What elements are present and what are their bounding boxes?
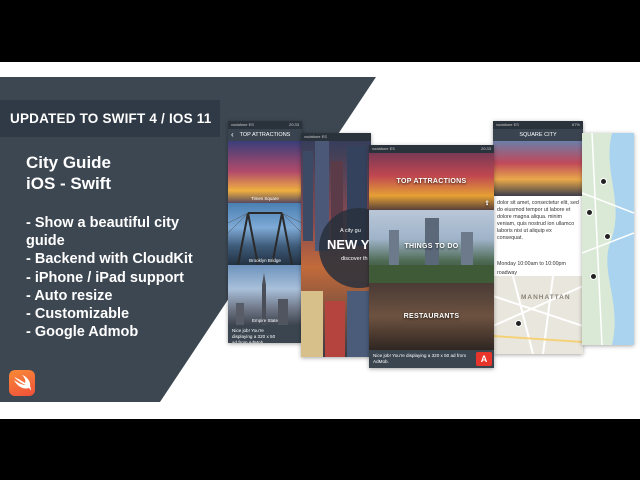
- map-pin-icon[interactable]: [604, 233, 611, 240]
- app-title-line2: iOS - Swift: [26, 174, 111, 193]
- map-label: MANHATTAN: [521, 294, 571, 301]
- ad-banner[interactable]: Nice job! You're displaying a 320 x 50 a…: [369, 350, 494, 368]
- status-bar: vodafone ES 20:33: [228, 121, 302, 129]
- section-title: THINGS TO DO: [404, 243, 459, 250]
- share-icon[interactable]: ⇪: [485, 200, 490, 207]
- promo-canvas: UPDATED TO SWIFT 4 / IOS 11 City Guide i…: [0, 0, 640, 480]
- list-item[interactable]: Empire State: [228, 265, 302, 325]
- phone-detail-screen: vodafone ES 67% SQUARE CITY dolor sit am…: [493, 121, 583, 354]
- top-letterbox: [0, 0, 640, 62]
- map-pin-icon[interactable]: [600, 178, 607, 185]
- discover-text: discover th: [341, 256, 368, 262]
- section-card[interactable]: THINGS TO DO: [369, 210, 494, 283]
- city-intro-text: A city gu: [340, 228, 361, 234]
- nav-title: SQUARE CITY: [519, 132, 557, 138]
- list-item-label: Brooklyn Bridge: [249, 258, 281, 263]
- status-time: 20:33: [288, 122, 299, 127]
- list-item-label: Empire State: [251, 318, 278, 323]
- feature-item: - Show a beautiful city guide: [26, 215, 180, 250]
- feature-item: - Backend with CloudKit: [26, 251, 193, 268]
- status-carrier: vodafone ES: [304, 134, 327, 139]
- detail-hours: Monday 10:00am to 10:00pm: [497, 261, 566, 267]
- ad-app-icon[interactable]: A: [476, 352, 492, 366]
- status-bar: vodafone ES 20:33: [369, 145, 494, 153]
- map-pin-icon[interactable]: [586, 209, 593, 216]
- feature-item: - iPhone / iPad support: [26, 269, 184, 286]
- nav-bar: SQUARE CITY: [493, 129, 583, 141]
- back-chevron-icon[interactable]: ‹: [231, 129, 234, 141]
- bridge-illustration: [228, 212, 302, 265]
- detail-address: roadway: [497, 270, 518, 276]
- nav-bar: ‹ TOP ATTRACTIONS: [228, 129, 302, 141]
- city-name: NEW Y: [327, 237, 370, 252]
- status-bar: vodafone ES 67%: [493, 121, 583, 129]
- phone-sections-screen: vodafone ES 20:33 TOP ATTRACTIONS ⇪ THIN…: [369, 145, 494, 368]
- feature-item: - Customizable: [26, 306, 130, 323]
- status-time: 20:33: [480, 146, 491, 151]
- status-bar: vodafone ES: [301, 133, 371, 141]
- map-pin-icon[interactable]: [590, 273, 597, 280]
- phone-map-screen[interactable]: [582, 133, 634, 345]
- swift-logo-icon: [9, 370, 35, 396]
- list-item[interactable]: Brooklyn Bridge: [228, 203, 302, 265]
- section-title: RESTAURANTS: [403, 313, 460, 320]
- phone-home-screen: vodafone ES A city gu NEW Y discover th: [301, 133, 371, 357]
- section-card[interactable]: TOP ATTRACTIONS ⇪: [369, 153, 494, 210]
- nav-title: TOP ATTRACTIONS: [239, 132, 291, 138]
- list-item[interactable]: Times Square: [228, 141, 302, 203]
- skyline-illustration: [236, 273, 288, 325]
- map-pin-icon[interactable]: [515, 320, 522, 327]
- list-item-label: Times Square: [251, 196, 279, 201]
- phone-list-screen: vodafone ES 20:33 ‹ TOP ATTRACTIONS Time…: [228, 121, 302, 343]
- feature-list: - Show a beautiful city guide - Backend …: [26, 214, 216, 341]
- map-roads: [493, 276, 583, 354]
- feature-item: - Google Admob: [26, 324, 139, 341]
- detail-body: dolor sit amet, consectetur elit, sed do…: [497, 200, 579, 241]
- detail-map[interactable]: MANHATTAN: [493, 276, 583, 354]
- section-title: TOP ATTRACTIONS: [396, 178, 467, 185]
- status-carrier: vodafone ES: [231, 122, 254, 127]
- bottom-letterbox: [0, 419, 640, 480]
- ad-banner[interactable]: Nice job! You're displaying a 320 x 50 a…: [228, 325, 302, 343]
- section-card[interactable]: RESTAURANTS: [369, 283, 494, 350]
- update-badge: UPDATED TO SWIFT 4 / IOS 11: [0, 100, 220, 137]
- app-title-line1: City Guide: [26, 153, 112, 172]
- app-title: City Guide iOS - Swift: [26, 152, 111, 194]
- feature-item: - Auto resize: [26, 287, 113, 304]
- status-battery: 67%: [571, 122, 580, 127]
- status-carrier: vodafone ES: [372, 146, 395, 151]
- status-carrier: vodafone ES: [496, 122, 519, 127]
- detail-photo: [493, 141, 583, 196]
- ad-text: Nice job! You're displaying a 320 x 50 a…: [373, 353, 467, 364]
